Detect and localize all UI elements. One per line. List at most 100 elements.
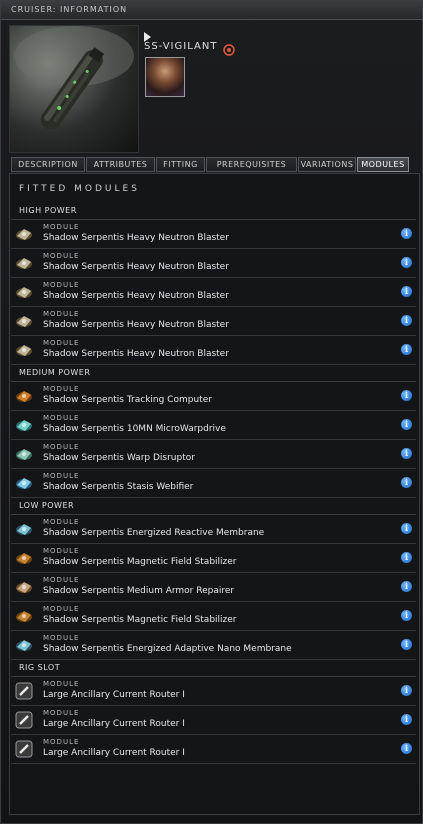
info-icon[interactable]: i: [401, 477, 412, 488]
module-row[interactable]: MODULE Shadow Serpentis Energized Adaptiv…: [11, 631, 416, 660]
blaster-icon: [15, 312, 33, 330]
info-window: CRUISER: INFORMATION SS-VIGILANT DESCRIP…: [0, 0, 423, 824]
module-name: Shadow Serpentis Heavy Neutron Blaster: [43, 233, 229, 243]
pilot-portrait[interactable]: [145, 57, 185, 97]
module-kind-label: MODULE: [43, 605, 80, 613]
info-icon[interactable]: i: [401, 448, 412, 459]
module-row[interactable]: MODULE Shadow Serpentis Heavy Neutron Bla…: [11, 307, 416, 336]
info-icon[interactable]: i: [401, 315, 412, 326]
module-row[interactable]: MODULE Shadow Serpentis Warp Disruptor i: [11, 440, 416, 469]
module-kind-label: MODULE: [43, 339, 80, 347]
module-row[interactable]: MODULE Large Ancillary Current Router I i: [11, 706, 416, 735]
tab-fitting[interactable]: FITTING: [156, 157, 205, 172]
module-kind-label: MODULE: [43, 738, 80, 746]
module-name: Shadow Serpentis Energized Reactive Memb…: [43, 528, 265, 538]
ship-image[interactable]: [9, 25, 139, 153]
info-icon[interactable]: i: [401, 714, 412, 725]
tab-description[interactable]: DESCRIPTION: [11, 157, 85, 172]
module-row[interactable]: MODULE Shadow Serpentis Heavy Neutron Bla…: [11, 336, 416, 365]
info-icon[interactable]: i: [401, 286, 412, 297]
tab-attributes[interactable]: ATTRIBUTES: [86, 157, 155, 172]
module-kind-label: MODULE: [43, 576, 80, 584]
info-icon[interactable]: i: [401, 390, 412, 401]
module-name: Shadow Serpentis Stasis Webifier: [43, 482, 194, 492]
module-row[interactable]: MODULE Shadow Serpentis Energized Reactiv…: [11, 515, 416, 544]
tab-modules[interactable]: MODULES: [357, 157, 409, 172]
module-kind-label: MODULE: [43, 281, 80, 289]
module-row[interactable]: MODULE Shadow Serpentis 10MN MicroWarpdri…: [11, 411, 416, 440]
module-name: Shadow Serpentis Heavy Neutron Blaster: [43, 291, 229, 301]
stabilizer-icon: [15, 549, 33, 567]
module-name: Shadow Serpentis Energized Adaptive Nano…: [43, 644, 292, 654]
section-header: RIG SLOT: [11, 660, 416, 677]
module-row[interactable]: MODULE Shadow Serpentis Heavy Neutron Bla…: [11, 249, 416, 278]
rig-icon: [15, 682, 33, 700]
eye-icon[interactable]: [223, 41, 235, 60]
module-name: Shadow Serpentis Tracking Computer: [43, 395, 212, 405]
section-label: RIG SLOT: [19, 663, 61, 672]
module-name: Shadow Serpentis Medium Armor Repairer: [43, 586, 235, 596]
module-kind-label: MODULE: [43, 443, 80, 451]
module-kind-label: MODULE: [43, 252, 80, 260]
membrane-icon: [15, 520, 33, 538]
module-row[interactable]: MODULE Large Ancillary Current Router I i: [11, 677, 416, 706]
info-icon[interactable]: i: [401, 552, 412, 563]
info-icon[interactable]: i: [401, 610, 412, 621]
module-name: Shadow Serpentis Heavy Neutron Blaster: [43, 349, 229, 359]
module-kind-label: MODULE: [43, 518, 80, 526]
module-kind-label: MODULE: [43, 634, 80, 642]
module-name: Shadow Serpentis Heavy Neutron Blaster: [43, 262, 229, 272]
module-kind-label: MODULE: [43, 414, 80, 422]
tab-bar: DESCRIPTION ATTRIBUTES FITTING PREREQUIS…: [11, 157, 413, 173]
module-row[interactable]: MODULE Large Ancillary Current Router I i: [11, 735, 416, 764]
module-row[interactable]: MODULE Shadow Serpentis Magnetic Field St…: [11, 602, 416, 631]
tab-prerequisites[interactable]: PREREQUISITES: [206, 157, 297, 172]
info-icon[interactable]: i: [401, 344, 412, 355]
ship-name: SS-VIGILANT: [144, 41, 218, 52]
fitted-modules-header: FITTED MODULES: [19, 184, 140, 194]
microwarpdrive-icon: [15, 416, 33, 434]
membrane-icon: [15, 636, 33, 654]
module-name: Shadow Serpentis Warp Disruptor: [43, 453, 195, 463]
blaster-icon: [15, 254, 33, 272]
module-kind-label: MODULE: [43, 223, 80, 231]
module-row[interactable]: MODULE Shadow Serpentis Stasis Webifier i: [11, 469, 416, 498]
rig-icon: [15, 711, 33, 729]
module-kind-label: MODULE: [43, 709, 80, 717]
section-header: MEDIUM POWER: [11, 365, 416, 382]
section-header: HIGH POWER: [11, 203, 416, 220]
module-name: Large Ancillary Current Router I: [43, 748, 185, 758]
stasis-webifier-icon: [15, 474, 33, 492]
module-name: Shadow Serpentis Magnetic Field Stabiliz…: [43, 615, 237, 625]
module-kind-label: MODULE: [43, 385, 80, 393]
title-bar[interactable]: CRUISER: INFORMATION: [1, 1, 422, 20]
tracking-computer-icon: [15, 387, 33, 405]
module-row[interactable]: MODULE Shadow Serpentis Medium Armor Repa…: [11, 573, 416, 602]
section-label: LOW POWER: [19, 501, 75, 510]
info-icon[interactable]: i: [401, 639, 412, 650]
tab-variations[interactable]: VARIATIONS: [298, 157, 356, 172]
section-label: HIGH POWER: [19, 206, 77, 215]
stabilizer-icon: [15, 607, 33, 625]
info-icon[interactable]: i: [401, 581, 412, 592]
warp-disruptor-icon: [15, 445, 33, 463]
module-kind-label: MODULE: [43, 680, 80, 688]
module-kind-label: MODULE: [43, 310, 80, 318]
info-icon[interactable]: i: [401, 523, 412, 534]
rig-icon: [15, 740, 33, 758]
info-icon[interactable]: i: [401, 743, 412, 754]
info-icon[interactable]: i: [401, 257, 412, 268]
module-row[interactable]: MODULE Shadow Serpentis Tracking Computer…: [11, 382, 416, 411]
module-kind-label: MODULE: [43, 472, 80, 480]
info-icon[interactable]: i: [401, 228, 412, 239]
module-name: Shadow Serpentis Heavy Neutron Blaster: [43, 320, 229, 330]
window-title: CRUISER: INFORMATION: [11, 5, 128, 14]
module-row[interactable]: MODULE Shadow Serpentis Heavy Neutron Bla…: [11, 220, 416, 249]
module-row[interactable]: MODULE Shadow Serpentis Heavy Neutron Bla…: [11, 278, 416, 307]
info-icon[interactable]: i: [401, 419, 412, 430]
armor-repairer-icon: [15, 578, 33, 596]
module-kind-label: MODULE: [43, 547, 80, 555]
info-icon[interactable]: i: [401, 685, 412, 696]
module-row[interactable]: MODULE Shadow Serpentis Magnetic Field St…: [11, 544, 416, 573]
module-name: Large Ancillary Current Router I: [43, 719, 185, 729]
